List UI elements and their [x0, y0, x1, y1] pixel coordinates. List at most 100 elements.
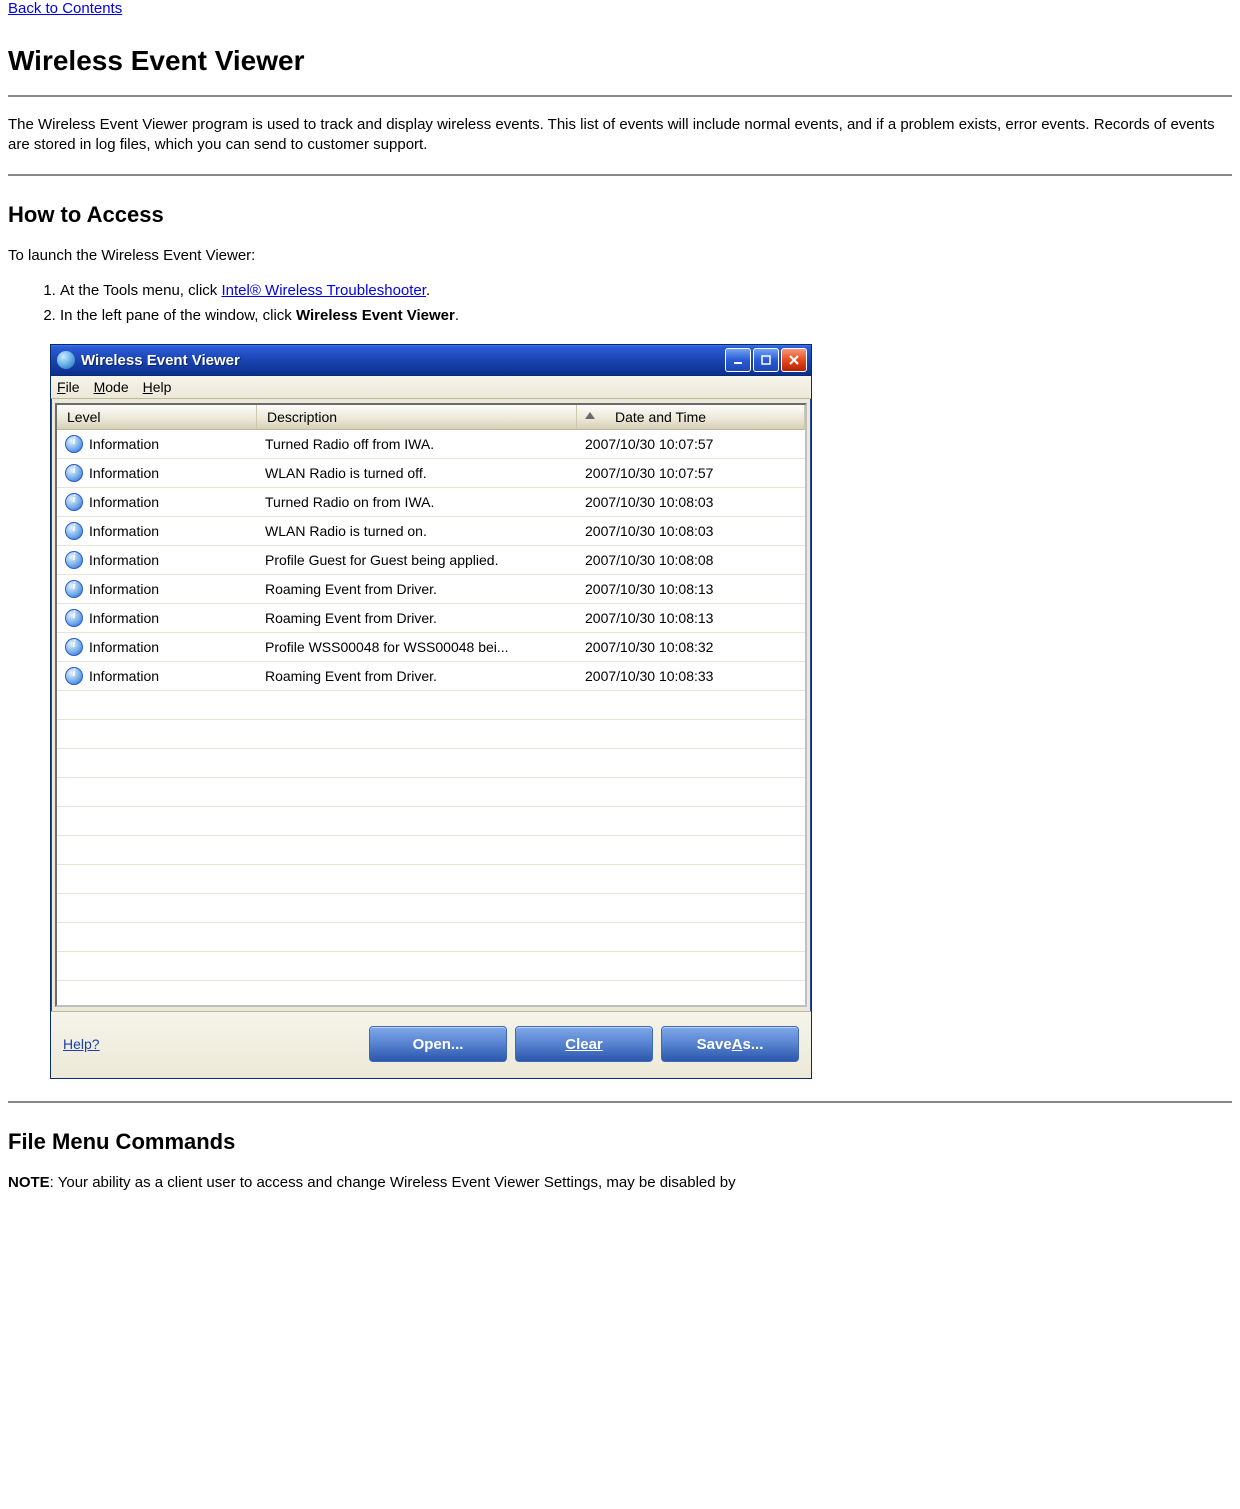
information-icon: [65, 580, 83, 598]
cell-description: Roaming Event from Driver.: [257, 610, 577, 626]
step-bold: Wireless Event Viewer: [296, 307, 455, 324]
divider: [8, 95, 1232, 97]
cell-level: Information: [57, 493, 257, 511]
level-text: Information: [89, 668, 159, 684]
empty-row: [57, 778, 805, 807]
table-row[interactable]: Information Roaming Event from Driver.200…: [57, 575, 805, 604]
information-icon: [65, 522, 83, 540]
cell-description: Turned Radio on from IWA.: [257, 494, 577, 510]
help-link[interactable]: Help?: [63, 1036, 100, 1052]
empty-row: [57, 720, 805, 749]
intel-troubleshooter-link[interactable]: Intel® Wireless Troubleshooter: [221, 282, 425, 299]
level-text: Information: [89, 552, 159, 568]
empty-row: [57, 691, 805, 720]
intro-paragraph: The Wireless Event Viewer program is use…: [8, 115, 1232, 156]
cell-datetime: 2007/10/30 10:08:13: [577, 581, 805, 597]
column-header-description[interactable]: Description: [257, 405, 577, 429]
window-title: Wireless Event Viewer: [81, 352, 725, 369]
step-prefix: At the Tools menu, click: [60, 282, 221, 299]
information-icon: [65, 493, 83, 511]
level-text: Information: [89, 610, 159, 626]
table-row[interactable]: InformationProfile Guest for Guest being…: [57, 546, 805, 575]
cell-level: Information: [57, 464, 257, 482]
maximize-button[interactable]: [753, 348, 779, 372]
step-suffix: .: [455, 307, 459, 324]
file-menu-commands-heading: File Menu Commands: [8, 1129, 1232, 1155]
cell-description: WLAN Radio is turned on.: [257, 523, 577, 539]
cell-datetime: 2007/10/30 10:08:32: [577, 639, 805, 655]
empty-row: [57, 807, 805, 836]
level-text: Information: [89, 581, 159, 597]
menu-help[interactable]: Help: [143, 379, 172, 395]
file-menu-note: NOTE: Your ability as a client user to a…: [8, 1173, 1232, 1193]
information-icon: [65, 551, 83, 569]
cell-description: Roaming Event from Driver.: [257, 668, 577, 684]
cell-datetime: 2007/10/30 10:08:08: [577, 552, 805, 568]
empty-row: [57, 923, 805, 952]
save-as-button[interactable]: Save As...: [661, 1026, 799, 1062]
app-icon: [57, 351, 75, 369]
step-suffix: .: [426, 282, 430, 299]
table-row[interactable]: Information Roaming Event from Driver.200…: [57, 662, 805, 691]
how-to-access-heading: How to Access: [8, 202, 1232, 228]
cell-datetime: 2007/10/30 10:08:33: [577, 668, 805, 684]
cell-level: Information: [57, 667, 257, 685]
empty-row: [57, 865, 805, 894]
cell-level: Information: [57, 580, 257, 598]
empty-row: [57, 894, 805, 923]
table-row[interactable]: Information WLAN Radio is turned off.2007…: [57, 459, 805, 488]
event-listview[interactable]: Level Description Date and Time Informat…: [55, 403, 807, 1007]
back-to-contents-link[interactable]: Back to Contents: [8, 0, 122, 17]
clear-button[interactable]: Clear: [515, 1026, 653, 1062]
information-icon: [65, 609, 83, 627]
level-text: Information: [89, 639, 159, 655]
empty-row: [57, 836, 805, 865]
column-header-date-label: Date and Time: [615, 409, 706, 425]
information-icon: [65, 638, 83, 656]
cell-datetime: 2007/10/30 10:07:57: [577, 436, 805, 452]
empty-row: [57, 749, 805, 778]
page-title: Wireless Event Viewer: [8, 45, 1232, 77]
cell-description: Roaming Event from Driver.: [257, 581, 577, 597]
table-row[interactable]: InformationWLAN Radio is turned on.2007/…: [57, 517, 805, 546]
cell-level: Information: [57, 609, 257, 627]
divider: [8, 1101, 1232, 1103]
level-text: Information: [89, 523, 159, 539]
minimize-button[interactable]: [725, 348, 751, 372]
cell-description: Turned Radio off from IWA.: [257, 436, 577, 452]
level-text: Information: [89, 436, 159, 452]
cell-datetime: 2007/10/30 10:07:57: [577, 465, 805, 481]
how-to-access-steps: At the Tools menu, click Intel® Wireless…: [8, 280, 1232, 327]
cell-datetime: 2007/10/30 10:08:03: [577, 494, 805, 510]
close-button[interactable]: [781, 348, 807, 372]
table-row[interactable]: Information Roaming Event from Driver.200…: [57, 604, 805, 633]
table-row[interactable]: Information Profile WSS00048 for WSS00048…: [57, 633, 805, 662]
menu-file[interactable]: File: [57, 379, 80, 395]
cell-level: Information: [57, 435, 257, 453]
information-icon: [65, 435, 83, 453]
step-prefix: In the left pane of the window, click: [60, 307, 296, 324]
empty-row: [57, 952, 805, 981]
list-item: In the left pane of the window, click Wi…: [60, 305, 1232, 327]
divider: [8, 174, 1232, 176]
menubar: File Mode Help: [51, 376, 811, 399]
table-row[interactable]: Information Turned Radio on from IWA.2007…: [57, 488, 805, 517]
column-header-date[interactable]: Date and Time: [577, 405, 805, 429]
window-footer: Help? Open... Clear Save As...: [51, 1011, 811, 1078]
level-text: Information: [89, 494, 159, 510]
information-icon: [65, 667, 83, 685]
column-header-level[interactable]: Level: [57, 405, 257, 429]
cell-description: WLAN Radio is turned off.: [257, 465, 577, 481]
cell-level: Information: [57, 638, 257, 656]
window-titlebar[interactable]: Wireless Event Viewer: [51, 345, 811, 376]
cell-description: Profile WSS00048 for WSS00048 bei...: [257, 639, 577, 655]
cell-datetime: 2007/10/30 10:08:13: [577, 610, 805, 626]
menu-mode[interactable]: Mode: [94, 379, 129, 395]
event-viewer-window: Wireless Event Viewer File Mode Help: [50, 344, 812, 1079]
level-text: Information: [89, 465, 159, 481]
how-to-access-lead: To launch the Wireless Event Viewer:: [8, 246, 1232, 266]
sort-ascending-icon: [585, 412, 595, 419]
open-button[interactable]: Open...: [369, 1026, 507, 1062]
list-item: At the Tools menu, click Intel® Wireless…: [60, 280, 1232, 302]
table-row[interactable]: Information Turned Radio off from IWA.200…: [57, 430, 805, 459]
